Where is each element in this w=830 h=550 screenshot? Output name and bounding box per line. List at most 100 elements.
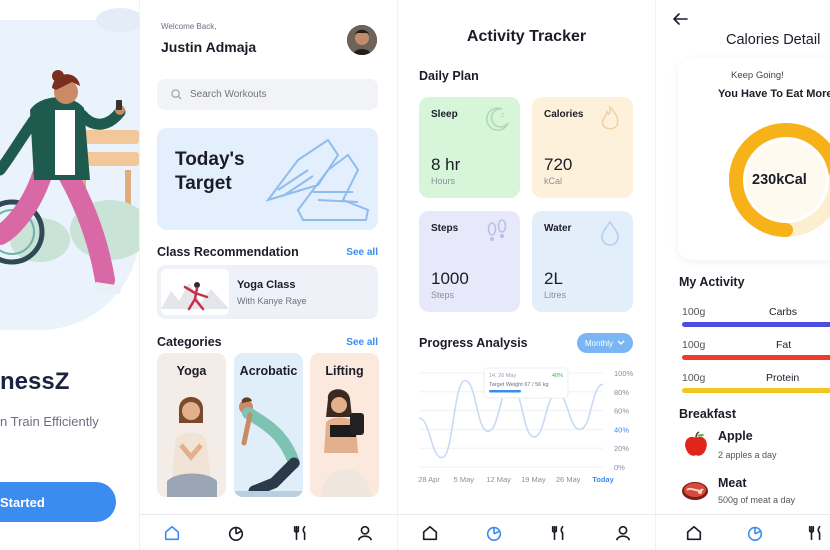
- macro-name: Fat: [776, 339, 792, 351]
- user-name: Justin Admaja: [161, 39, 257, 55]
- search-input[interactable]: [190, 89, 360, 100]
- activity-tracker-screen: Activity Tracker Daily Plan Sleep z 8 hr…: [398, 0, 655, 550]
- stat-card-steps[interactable]: Steps 1000 Steps: [419, 211, 520, 312]
- categories-see-all-link[interactable]: See all: [346, 337, 378, 348]
- search-icon: [171, 89, 182, 100]
- tab-nutrition[interactable]: [545, 519, 573, 547]
- fat-bar: [682, 355, 830, 360]
- apple-icon: [685, 431, 707, 456]
- y-tick-label: 100%: [614, 369, 634, 378]
- get-started-button[interactable]: Started: [0, 482, 116, 522]
- class-card[interactable]: Yoga Class With Kanye Raye: [157, 265, 378, 319]
- page-title: Activity Tracker: [466, 28, 587, 45]
- y-tick-label: 0%: [614, 463, 625, 472]
- category-label: Acrobatic: [239, 364, 298, 378]
- tab-home[interactable]: [680, 519, 707, 547]
- user-photo-icon: [347, 25, 377, 55]
- stat-name: Water: [544, 223, 572, 234]
- category-label: Yoga: [176, 364, 207, 378]
- stat-value: 2L: [544, 269, 563, 288]
- progress-chart: 100% 80% 60% 40% 20% 0% 28 Apr 5 May 12 May 19 Ma…: [418, 367, 634, 484]
- x-tick-label: 12 May: [486, 475, 511, 484]
- fork-knife-icon: [293, 525, 306, 540]
- protein-bar: [682, 388, 830, 393]
- keep-going-text: Keep Going!: [731, 70, 784, 81]
- fork-knife-icon: [551, 525, 564, 540]
- sneaker-icon: [265, 138, 370, 221]
- runner-illustration: [0, 8, 139, 294]
- category-lifting[interactable]: Lifting: [310, 353, 379, 497]
- tooltip-date: 14, 26 May: [489, 373, 516, 379]
- category-label: Lifting: [325, 364, 364, 378]
- stat-name: Sleep: [431, 109, 458, 120]
- todays-target-card[interactable]: Today's Target: [157, 128, 378, 230]
- svg-text:z: z: [501, 112, 505, 119]
- y-tick-label: 20%: [614, 444, 629, 453]
- y-tick-label: 80%: [614, 388, 629, 397]
- macro-amount: 100g: [682, 372, 706, 384]
- stat-unit: Hours: [431, 176, 456, 186]
- calories-detail-screen: Calories Detail Keep Going! You Have To …: [656, 0, 830, 550]
- categories-header: Categories See all: [157, 335, 378, 349]
- footsteps-icon: [487, 219, 507, 241]
- tooltip-percent: 40%: [552, 373, 563, 379]
- daily-plan-title: Daily Plan: [419, 69, 479, 83]
- bottom-tab-bar: [398, 514, 655, 550]
- stat-card-calories[interactable]: Calories 720 kCal: [532, 97, 633, 198]
- class-see-all-link[interactable]: See all: [346, 247, 378, 258]
- page-title: Calories Detail: [726, 32, 821, 48]
- search-bar[interactable]: [157, 79, 378, 110]
- x-tick-label: 19 May: [521, 475, 546, 484]
- tab-nutrition[interactable]: [803, 519, 830, 547]
- stat-unit: kCal: [544, 176, 563, 186]
- stat-card-water[interactable]: Water 2L Litres: [532, 211, 633, 312]
- flame-icon: [601, 104, 619, 130]
- bottom-tab-bar: [140, 514, 397, 550]
- profile-icon: [357, 525, 372, 541]
- x-tick-label: Today: [592, 475, 614, 484]
- categories-title: Categories: [157, 335, 222, 349]
- back-arrow-icon[interactable]: [672, 12, 688, 26]
- stat-value: 720: [544, 155, 573, 174]
- avatar[interactable]: [347, 25, 377, 55]
- macro-amount: 100g: [682, 306, 706, 318]
- tab-home[interactable]: [158, 519, 186, 547]
- x-tick-label: 5 May: [454, 475, 475, 484]
- stat-unit: Litres: [544, 290, 567, 300]
- x-tick-label: 28 Apr: [418, 475, 440, 484]
- class-coach: With Kanye Raye: [237, 296, 307, 306]
- pie-chart-icon: [229, 526, 244, 541]
- tab-nutrition[interactable]: [287, 519, 315, 547]
- tab-stats[interactable]: [222, 519, 250, 547]
- onboarding-screen: nessZ n Train Efficiently Started: [0, 0, 139, 550]
- app-brand-name: nessZ: [0, 368, 70, 395]
- macro-name: Protein: [766, 372, 800, 384]
- class-name: Yoga Class: [237, 279, 296, 291]
- tab-stats[interactable]: [480, 519, 508, 547]
- bottom-tab-bar: [656, 514, 830, 550]
- home-icon: [165, 525, 180, 540]
- progress-analysis-title: Progress Analysis: [419, 336, 528, 350]
- breakfast-title: Breakfast: [679, 407, 736, 421]
- stat-name: Calories: [544, 109, 584, 120]
- tab-home[interactable]: [416, 519, 444, 547]
- food-name: Apple: [718, 429, 753, 443]
- class-recommendation-title: Class Recommendation: [157, 245, 299, 259]
- home-icon: [686, 525, 701, 540]
- period-dropdown[interactable]: Monthly: [577, 333, 633, 353]
- pie-chart-icon: [747, 526, 763, 541]
- tab-profile[interactable]: [351, 519, 379, 547]
- tab-stats[interactable]: [741, 519, 768, 547]
- welcome-text: Welcome Back,: [161, 22, 217, 31]
- stat-card-sleep[interactable]: Sleep z 8 hr Hours: [419, 97, 520, 198]
- category-yoga[interactable]: Yoga: [157, 353, 226, 497]
- tooltip-progress-fill: [489, 390, 521, 393]
- category-acrobatic[interactable]: Acrobatic: [234, 353, 303, 497]
- home-icon: [423, 525, 438, 540]
- macro-name: Carbs: [769, 306, 798, 318]
- food-desc: 500g of meat a day: [718, 495, 796, 505]
- moon-icon: z: [485, 107, 509, 131]
- y-tick-label: 40%: [614, 425, 629, 434]
- tab-profile[interactable]: [609, 519, 637, 547]
- x-tick-label: 26 May: [556, 475, 581, 484]
